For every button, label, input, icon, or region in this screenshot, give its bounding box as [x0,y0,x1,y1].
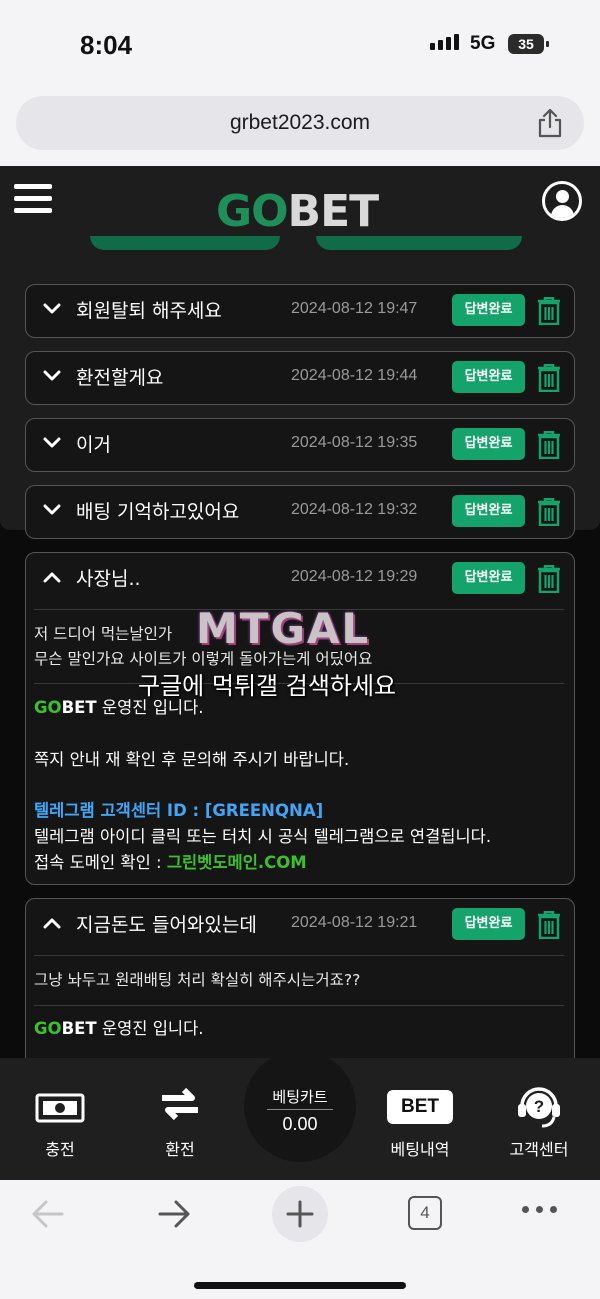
chevron-up-icon[interactable] [42,915,62,931]
inquiry-date: 2024-08-12 19:47 [291,300,418,317]
status-bar: 8:04 5G 35 [0,0,600,88]
chevron-down-icon [43,370,61,381]
site-logo[interactable]: GOBET [216,186,379,237]
divider [34,1005,564,1006]
status-badge: 답변완료 [452,428,525,460]
chevron-up-icon[interactable] [42,569,62,585]
tab-pill-left[interactable] [90,236,280,250]
chevron-down-icon [43,303,61,314]
bet-ticket-icon: BET [387,1090,453,1124]
inquiry-item[interactable]: 환전할게요 2024-08-12 19:44 답변완료 [25,351,575,405]
user-profile-icon[interactable] [542,181,582,221]
inquiry-title: 배팅 기억하고있어요 [76,501,240,523]
trash-icon[interactable] [536,431,562,459]
inquiry-date: 2024-08-12 19:29 [291,568,418,585]
chevron-down-icon [43,437,61,448]
status-badge: 답변완료 [452,361,525,393]
cash-icon [35,1093,85,1123]
chevron-down-icon [43,504,61,515]
home-indicator [194,1282,406,1289]
betting-cart-button[interactable]: 베팅카트 0.00 [244,1050,356,1162]
svg-text:?: ? [534,1097,544,1116]
tab-pill-right[interactable] [316,236,522,250]
tabs-button[interactable]: 4 [408,1196,442,1230]
nav-withdraw[interactable]: 환전 [130,1078,230,1159]
trash-icon[interactable] [536,297,562,325]
status-badge: 답변완료 [452,562,525,594]
answer-line: 텔레그램 아이디 클릭 또는 터치 시 공식 텔레그램으로 연결됩니다. [34,827,492,846]
share-icon[interactable] [536,108,564,138]
status-time: 8:04 [80,30,133,60]
inquiry-item[interactable]: 회원탈퇴 해주세요 2024-08-12 19:47 답변완료 [25,284,575,338]
exchange-icon [162,1087,198,1121]
cart-value: 0.00 [282,1114,318,1134]
inquiry-item[interactable]: 이거 2024-08-12 19:35 답변완료 [25,418,575,472]
support-headset-icon: ? [518,1087,560,1128]
inquiry-title: 사장님.. [76,568,141,590]
inquiry-title: 지금돈도 들어와있는데 [76,914,257,936]
answer-line: 쪽지 안내 재 확인 후 문의해 주시기 바랍니다. [34,750,350,769]
url-text[interactable]: grbet2023.com [16,111,584,135]
nav-deposit[interactable]: 충전 [10,1078,110,1159]
telegram-id-link[interactable]: 텔레그램 고객센터 ID : [GREENQNA] [34,798,323,824]
new-tab-button[interactable] [272,1186,328,1242]
inquiry-date: 2024-08-12 19:44 [291,367,418,384]
forward-arrow-icon[interactable] [156,1194,192,1234]
signal-icon [430,34,459,50]
inquiry-date: 2024-08-12 19:35 [291,434,418,451]
question-line: 저 드디어 먹는날인가 [34,625,173,643]
cart-label: 베팅카트 [272,1088,328,1106]
inquiry-title: 이거 [76,434,111,456]
divider [34,955,564,956]
status-badge: 답변완료 [452,495,525,527]
site-header: GOBET [0,166,600,237]
inquiry-title: 환전할게요 [76,367,164,389]
more-dots-icon[interactable] [520,1202,560,1216]
inquiry-date: 2024-08-12 19:32 [291,501,418,518]
plus-icon [286,1200,314,1228]
domain-link[interactable]: 그린벳도메인.COM [167,853,307,872]
inquiry-item[interactable]: 배팅 기억하고있어요 2024-08-12 19:32 답변완료 [25,485,575,539]
trash-icon[interactable] [536,498,562,526]
trash-icon[interactable] [536,565,562,593]
watermark-text: 구글에 먹튀갤 검색하세요 [138,672,397,700]
status-badge: 답변완료 [452,908,525,940]
inquiry-item-expanded[interactable]: 사장님.. 2024-08-12 19:29 답변완료 저 드디어 먹는날인가 … [25,552,575,885]
nav-support[interactable]: ? 고객센터 [489,1078,589,1159]
inquiry-title: 회원탈퇴 해주세요 [76,300,222,322]
bottom-nav: 충전 환전 베팅카트 0.00 BET 베팅내역 ? 고객센터 [0,1050,600,1180]
status-badge: 답변완료 [452,294,525,326]
back-arrow-icon[interactable] [30,1194,66,1234]
trash-icon[interactable] [536,911,562,939]
domain-line: 접속 도메인 확인 : 그린벳도메인.COM [34,853,307,872]
address-bar[interactable]: grbet2023.com [16,96,584,150]
watermark-logo: MTGAL [196,604,371,653]
battery-icon: 35 [508,34,549,54]
network-label: 5G [470,33,496,54]
inquiry-date: 2024-08-12 19:21 [291,914,418,931]
question-line: 그냥 놔두고 원래배팅 처리 확실히 해주시는거죠?? [34,971,361,989]
trash-icon[interactable] [536,364,562,392]
answer-intro: GOBET 운영진 입니다. [34,1019,204,1038]
browser-top-bar: grbet2023.com [0,88,600,166]
hamburger-menu-icon[interactable] [14,184,52,216]
